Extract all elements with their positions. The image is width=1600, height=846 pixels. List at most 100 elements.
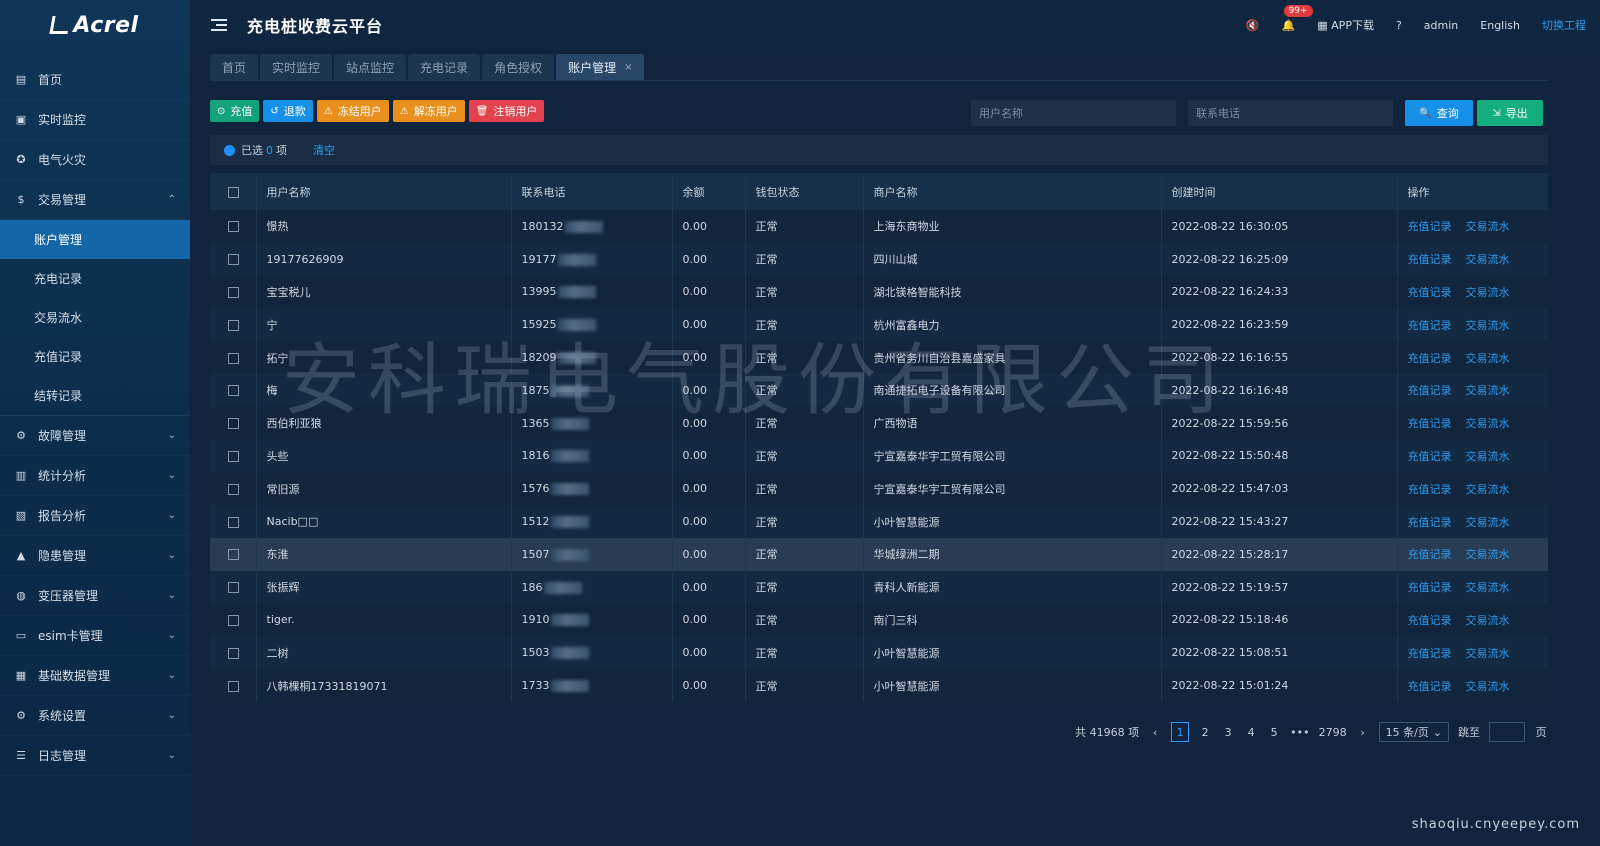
transaction-flow-link[interactable]: 交易流水: [1466, 286, 1510, 299]
table-row[interactable]: 常旧源 1576 0.00 正常 宁宣嘉泰华宇工贸有限公司 2022-08-22 15:4…: [210, 472, 1548, 506]
sidebar-item-10[interactable]: ▦ 基础数据管理 ⌄: [0, 656, 190, 696]
page-4[interactable]: 4: [1244, 722, 1258, 742]
cancel-user-button[interactable]: 🗑 注销用户: [468, 100, 545, 122]
recharge-record-link[interactable]: 充值记录: [1408, 647, 1452, 660]
table-row[interactable]: 梅 1875 0.00 正常 南通捷拓电子设备有限公司 2022-08-22 16:16:…: [210, 373, 1548, 407]
freeze-user-button[interactable]: ⚠ 冻结用户: [316, 100, 389, 122]
next-page-icon[interactable]: ›: [1356, 722, 1370, 742]
sidebar-item-2[interactable]: ✪ 电气火灾: [0, 140, 190, 180]
transaction-flow-link[interactable]: 交易流水: [1466, 220, 1510, 233]
transaction-flow-link[interactable]: 交易流水: [1466, 384, 1510, 397]
row-checkbox[interactable]: [228, 418, 239, 430]
transaction-flow-link[interactable]: 交易流水: [1466, 352, 1510, 365]
unfreeze-user-button[interactable]: ⚠ 解冻用户: [392, 100, 465, 122]
recharge-record-link[interactable]: 充值记录: [1408, 352, 1452, 365]
sidebar-subitem-2[interactable]: 交易流水: [0, 298, 190, 337]
row-checkbox[interactable]: [228, 221, 239, 233]
recharge-record-link[interactable]: 充值记录: [1408, 417, 1452, 430]
recharge-record-link[interactable]: 充值记录: [1408, 319, 1452, 332]
app-download-link[interactable]: ▦ APP下载: [1317, 17, 1374, 33]
recharge-record-link[interactable]: 充值记录: [1408, 581, 1452, 594]
transaction-flow-link[interactable]: 交易流水: [1466, 581, 1510, 594]
table-row[interactable]: 宝宝税儿 13995 0.00 正常 湖北镁格智能科技 2022-08-22 16:24:…: [210, 275, 1548, 309]
row-checkbox[interactable]: [228, 385, 239, 397]
table-row[interactable]: 西伯利亚狼 1365 0.00 正常 广西物语 2022-08-22 15:59:56 充值…: [210, 406, 1548, 440]
recharge-record-link[interactable]: 充值记录: [1408, 680, 1452, 693]
language-switch[interactable]: English: [1480, 19, 1520, 32]
user-menu[interactable]: admin: [1424, 19, 1458, 32]
table-row[interactable]: 宁 15925 0.00 正常 杭州富鑫电力 2022-08-22 16:23:59 充值记…: [210, 308, 1548, 342]
sidebar-item-12[interactable]: ☰ 日志管理 ⌄: [0, 736, 190, 776]
sidebar-item-11[interactable]: ⚙ 系统设置 ⌄: [0, 696, 190, 736]
row-checkbox[interactable]: [228, 614, 239, 626]
transaction-flow-link[interactable]: 交易流水: [1466, 319, 1510, 332]
page-5[interactable]: 5: [1267, 722, 1281, 742]
phone-input[interactable]: [1188, 100, 1393, 126]
close-icon[interactable]: ×: [624, 62, 632, 73]
sidebar-subitem-1[interactable]: 充电记录: [0, 259, 190, 298]
tab-0[interactable]: 首页: [210, 54, 259, 80]
prev-page-icon[interactable]: ‹: [1148, 722, 1162, 742]
row-checkbox[interactable]: [228, 647, 239, 659]
table-row[interactable]: 八韩棵桐17331819071 1733 0.00 正常 小叶智慧能源 2022-08-2…: [210, 669, 1548, 702]
row-checkbox[interactable]: [228, 352, 239, 364]
row-checkbox[interactable]: [228, 319, 239, 331]
recharge-record-link[interactable]: 充值记录: [1408, 516, 1452, 529]
page-1[interactable]: 1: [1171, 722, 1190, 742]
sidebar-item-0[interactable]: ▤ 首页: [0, 60, 190, 100]
recharge-button[interactable]: ⊙ 充值: [210, 100, 260, 122]
sidebar-item-7[interactable]: ▲ 隐患管理 ⌄: [0, 536, 190, 576]
select-all-checkbox[interactable]: [228, 186, 239, 198]
sidebar-subitem-0[interactable]: 账户管理: [0, 220, 190, 259]
sidebar-item-1[interactable]: ▣ 实时监控: [0, 100, 190, 140]
page-3[interactable]: 3: [1221, 722, 1235, 742]
transaction-flow-link[interactable]: 交易流水: [1466, 450, 1510, 463]
recharge-record-link[interactable]: 充值记录: [1408, 220, 1452, 233]
transaction-flow-link[interactable]: 交易流水: [1466, 253, 1510, 266]
sidebar-item-4[interactable]: ⚙ 故障管理 ⌄: [0, 416, 190, 456]
row-checkbox[interactable]: [228, 582, 239, 594]
sidebar-item-8[interactable]: ◍ 变压器管理 ⌄: [0, 576, 190, 616]
transaction-flow-link[interactable]: 交易流水: [1466, 680, 1510, 693]
recharge-record-link[interactable]: 充值记录: [1408, 614, 1452, 627]
tab-1[interactable]: 实时监控: [260, 54, 333, 80]
table-row[interactable]: 19177626909 19177 0.00 正常 四川山城 2022-08-22 16:…: [210, 242, 1548, 276]
sidebar-subitem-3[interactable]: 充值记录: [0, 337, 190, 376]
table-row[interactable]: 东淮 1507 0.00 正常 华城绿洲二期 2022-08-22 15:28:17 充值记…: [210, 537, 1548, 571]
more-pages-icon[interactable]: •••: [1290, 722, 1309, 742]
row-checkbox[interactable]: [228, 680, 239, 692]
table-row[interactable]: 拓宁 18209 0.00 正常 贵州省务川自治县嘉盛家具 2022-08-22 16:1…: [210, 341, 1548, 374]
row-checkbox[interactable]: [228, 254, 239, 266]
transaction-flow-link[interactable]: 交易流水: [1466, 516, 1510, 529]
table-row[interactable]: tiger. 1910 0.00 正常 南门三科 2022-08-22 15:18:46 充…: [210, 603, 1548, 637]
transaction-flow-link[interactable]: 交易流水: [1466, 614, 1510, 627]
sidebar-subitem-4[interactable]: 结转记录: [0, 376, 190, 415]
clear-selection-link[interactable]: 清空: [313, 142, 335, 158]
sidebar-item-9[interactable]: ▭ esim卡管理 ⌄: [0, 616, 190, 656]
recharge-record-link[interactable]: 充值记录: [1408, 450, 1452, 463]
export-button[interactable]: ⇲ 导出: [1477, 100, 1543, 126]
menu-toggle-icon[interactable]: [211, 19, 227, 31]
last-page[interactable]: 2798: [1319, 722, 1347, 742]
transaction-flow-link[interactable]: 交易流水: [1466, 548, 1510, 561]
jump-page-input[interactable]: [1489, 722, 1525, 742]
recharge-record-link[interactable]: 充值记录: [1408, 253, 1452, 266]
recharge-record-link[interactable]: 充值记录: [1408, 286, 1452, 299]
table-row[interactable]: Nacib□□ 1512 0.00 正常 小叶智慧能源 2022-08-22 15:43:…: [210, 505, 1548, 538]
page-size-select[interactable]: 15 条/页 ⌄: [1378, 722, 1449, 742]
tab-3[interactable]: 充电记录: [408, 54, 481, 80]
user-name-input[interactable]: [971, 100, 1176, 126]
table-row[interactable]: 张振辉 186 0.00 正常 青科人新能源 2022-08-22 15:19:57 充值记…: [210, 570, 1548, 604]
transaction-flow-link[interactable]: 交易流水: [1466, 483, 1510, 496]
table-row[interactable]: 憬热 180132 0.00 正常 上海东商物业 2022-08-22 16:30:05 充…: [210, 210, 1548, 243]
transaction-flow-link[interactable]: 交易流水: [1466, 647, 1510, 660]
recharge-record-link[interactable]: 充值记录: [1408, 384, 1452, 397]
bell-icon[interactable]: 🔔 99+: [1282, 4, 1313, 32]
sidebar-item-3[interactable]: $ 交易管理 ⌃: [0, 180, 190, 220]
transaction-flow-link[interactable]: 交易流水: [1466, 417, 1510, 430]
tab-2[interactable]: 站点监控: [334, 54, 407, 80]
row-checkbox[interactable]: [228, 483, 239, 495]
table-row[interactable]: 头些 1816 0.00 正常 宁宣嘉泰华宇工贸有限公司 2022-08-22 15:50…: [210, 439, 1548, 473]
page-2[interactable]: 2: [1198, 722, 1212, 742]
mute-icon[interactable]: 🔇: [1246, 19, 1260, 32]
